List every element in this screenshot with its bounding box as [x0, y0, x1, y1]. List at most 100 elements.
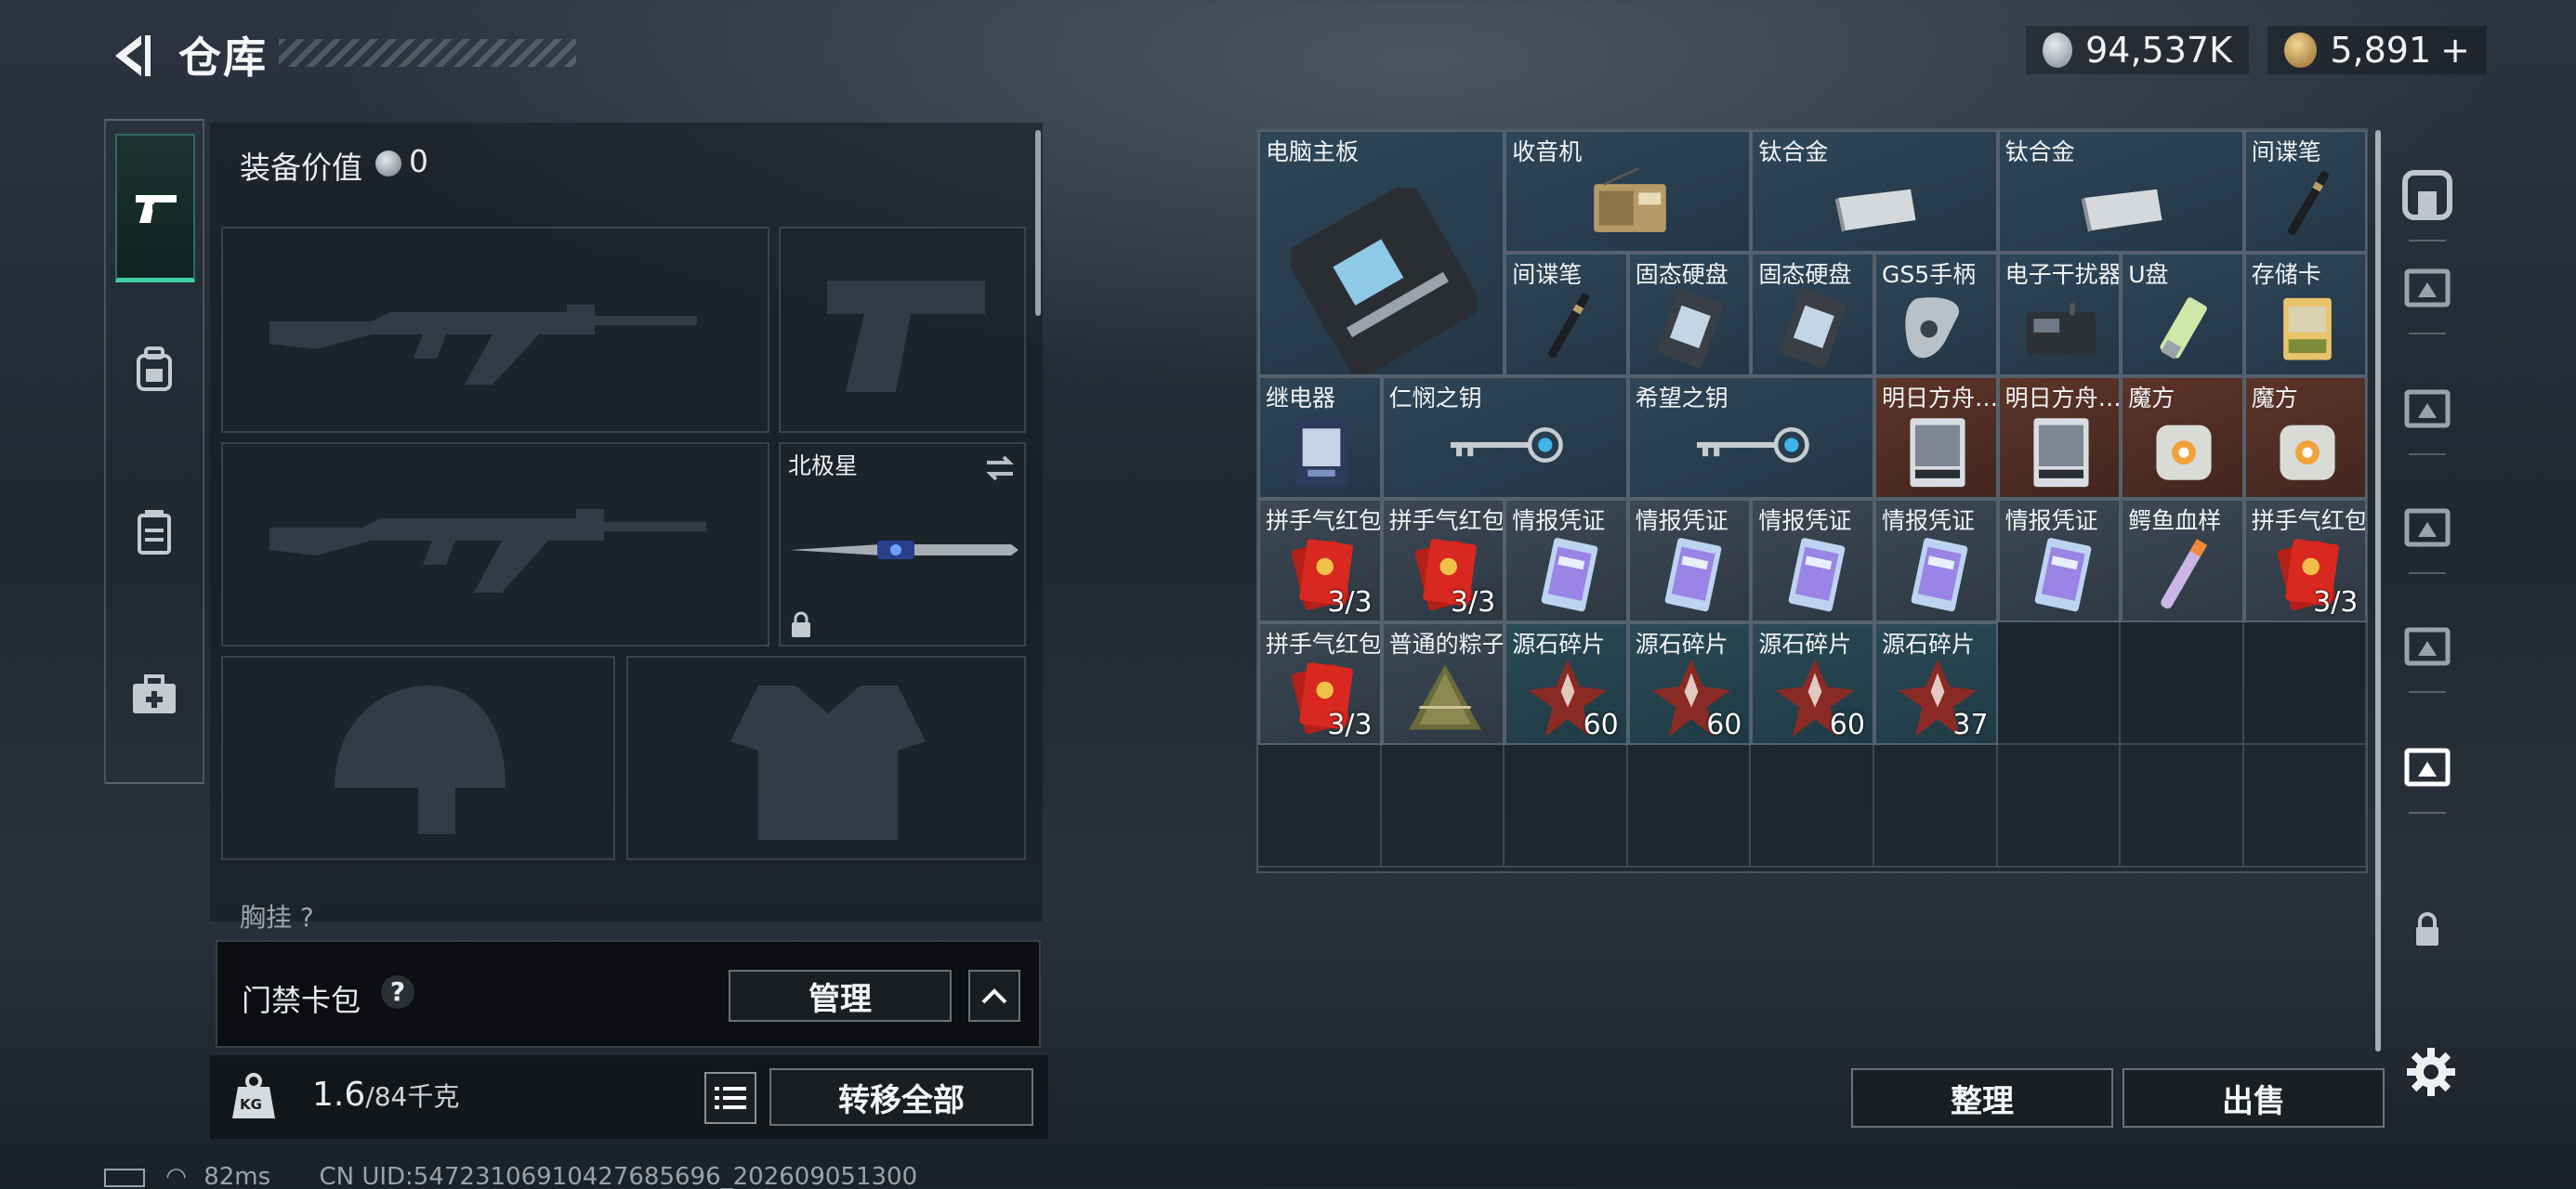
access-card-label: 门禁卡包 — [242, 983, 361, 1018]
inventory-item[interactable]: 情报凭证 — [1505, 499, 1628, 622]
settings-button[interactable] — [2405, 1046, 2457, 1098]
armor-slot[interactable] — [626, 656, 1026, 860]
battery-icon — [104, 1168, 145, 1187]
add-currency-icon[interactable]: + — [2440, 30, 2470, 71]
inventory-item[interactable]: 明日方舟… — [1874, 375, 1998, 500]
ping-value: 82ms — [204, 1163, 271, 1189]
inventory-item[interactable]: 收音机 — [1505, 130, 1752, 254]
inventory-item[interactable]: 拼手气红包 3/3 — [1258, 499, 1382, 622]
inventory-item[interactable]: 拼手气红包 3/3 — [1381, 499, 1505, 622]
arknights-card-icon — [1910, 418, 1965, 487]
inventory-item[interactable]: 固态硬盘 — [1627, 253, 1752, 376]
inventory-item[interactable]: 拼手气红包 3/3 — [1258, 621, 1382, 745]
transfer-all-button[interactable]: 转移全部 — [769, 1068, 1033, 1126]
nav-medkit-tab[interactable] — [115, 656, 193, 734]
chevron-up-icon — [981, 988, 1007, 1004]
empty-grid-cell[interactable] — [1258, 745, 1382, 869]
nav-weapons-tab[interactable] — [115, 134, 195, 282]
empty-grid-cell[interactable] — [1874, 745, 1998, 869]
inventory-item[interactable]: 情报凭证 — [1997, 499, 2122, 622]
inventory-item[interactable]: 电脑主板 — [1258, 130, 1505, 376]
inventory-item[interactable]: 鳄鱼血样 — [2121, 499, 2244, 622]
inventory-item[interactable]: 情报凭证 — [1874, 499, 1998, 622]
inventory-item[interactable]: U盘 — [2121, 253, 2244, 376]
help-icon[interactable]: ? — [381, 975, 414, 1009]
secondary-weapon-slot[interactable] — [221, 442, 769, 647]
inventory-item[interactable]: 间谍笔 — [1505, 253, 1628, 376]
rifle-silhouette-icon — [269, 305, 697, 385]
item-name: 源石碎片 — [1512, 630, 1606, 658]
right-nav-tab[interactable] — [2390, 372, 2464, 446]
lock-icon — [2416, 912, 2438, 946]
gear-icon — [2407, 1048, 2455, 1096]
empty-grid-cell[interactable] — [2243, 621, 2368, 745]
empty-grid-cell[interactable] — [2121, 621, 2244, 745]
currency-secondary[interactable]: 5,891 + — [2267, 26, 2487, 74]
key-icon — [1451, 426, 1563, 463]
storage-scrollbar[interactable] — [2375, 130, 2381, 1052]
inventory-item[interactable]: 源石碎片 37 — [1874, 621, 1998, 745]
inventory-item[interactable]: 存储卡 — [2243, 253, 2368, 376]
helmet-silhouette-icon — [335, 686, 506, 834]
inventory-item[interactable]: 普通的粽子 — [1381, 621, 1505, 745]
gold-coin-icon — [2284, 33, 2318, 68]
nav-divider — [2409, 333, 2446, 334]
inventory-item[interactable]: 希望之钥 — [1627, 375, 1874, 500]
inventory-item[interactable]: 钛合金 — [1751, 130, 1998, 254]
empty-grid-cell[interactable] — [1505, 745, 1628, 869]
loadout-scrollbar[interactable] — [1035, 130, 1041, 316]
inventory-item[interactable]: 源石碎片 60 — [1751, 621, 1874, 745]
item-name: 收音机 — [1512, 138, 1583, 165]
right-nav-tab[interactable] — [2390, 730, 2464, 804]
empty-grid-cell[interactable] — [2121, 745, 2244, 869]
inventory-item[interactable]: 拼手气红包 3/3 — [2243, 499, 2368, 622]
expand-button[interactable] — [968, 970, 1020, 1022]
manage-button[interactable]: 管理 — [729, 970, 952, 1022]
melee-slot[interactable]: 北极星 — [779, 442, 1026, 647]
right-nav-tab[interactable] — [2390, 251, 2464, 325]
right-nav-tab[interactable] — [2390, 609, 2464, 684]
right-nav-tab[interactable] — [2390, 490, 2464, 565]
sort-button[interactable]: 整理 — [1851, 1068, 2113, 1128]
primary-weapon-slot[interactable] — [221, 227, 769, 433]
currency-secondary-value: 5,891 — [2330, 30, 2432, 71]
nav-backpack-tab[interactable] — [115, 331, 193, 409]
inventory-item[interactable]: 情报凭证 — [1627, 499, 1752, 622]
back-button[interactable] — [104, 30, 156, 82]
empty-grid-cell[interactable] — [1997, 621, 2122, 745]
inventory-item[interactable]: 情报凭证 — [1751, 499, 1874, 622]
right-nav-tab[interactable] — [2390, 892, 2464, 966]
inventory-item[interactable]: 源石碎片 60 — [1505, 621, 1628, 745]
inventory-item[interactable]: 继电器 — [1258, 375, 1382, 500]
empty-grid-cell[interactable] — [2243, 745, 2368, 869]
titanium-ingot-icon — [1834, 189, 1916, 232]
sell-button[interactable]: 出售 — [2123, 1068, 2385, 1128]
item-name: 拼手气红包 — [2251, 507, 2368, 535]
pistol-slot[interactable] — [779, 227, 1026, 433]
inventory-item[interactable]: 源石碎片 60 — [1627, 621, 1752, 745]
swap-icon[interactable] — [983, 453, 1017, 483]
ssd-icon — [1780, 289, 1847, 369]
inventory-item[interactable]: 固态硬盘 — [1751, 253, 1874, 376]
helmet-slot[interactable] — [221, 656, 615, 860]
empty-grid-cell[interactable] — [1627, 745, 1752, 869]
inventory-item[interactable]: 仁悯之钥 — [1381, 375, 1628, 500]
inventory-item[interactable]: 电子干扰器 — [1997, 253, 2122, 376]
inventory-item[interactable]: GS5手柄 — [1874, 253, 1998, 376]
nav-chest-rig-tab[interactable] — [115, 492, 193, 570]
empty-grid-cell[interactable] — [1997, 745, 2122, 869]
right-nav-tab[interactable] — [2390, 158, 2464, 232]
inventory-item[interactable]: 魔方 — [2243, 375, 2368, 500]
intel-voucher-icon — [1788, 538, 1845, 612]
item-name: 情报凭证 — [1635, 507, 1728, 535]
usb-drive-icon — [2160, 297, 2208, 360]
inventory-item[interactable]: 明日方舟… — [1997, 375, 2122, 500]
item-name: 固态硬盘 — [1758, 261, 1852, 289]
inventory-item[interactable]: 间谍笔 — [2243, 130, 2368, 254]
empty-grid-cell[interactable] — [1381, 745, 1505, 869]
item-name: 间谍笔 — [2251, 138, 2321, 165]
inventory-item[interactable]: 钛合金 — [1997, 130, 2244, 254]
list-view-button[interactable] — [704, 1072, 756, 1124]
empty-grid-cell[interactable] — [1751, 745, 1874, 869]
inventory-item[interactable]: 魔方 — [2121, 375, 2244, 500]
